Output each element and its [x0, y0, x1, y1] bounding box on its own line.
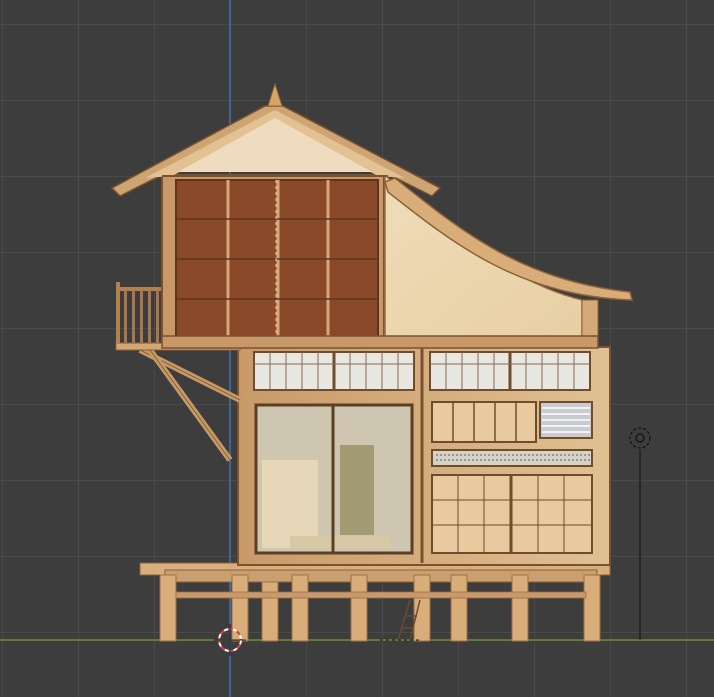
3d-viewport[interactable] — [0, 0, 714, 697]
light-object-icon[interactable] — [629, 427, 651, 640]
upper-panel-doors — [175, 179, 379, 339]
house-foundation[interactable] — [139, 562, 611, 642]
upper-floor[interactable] — [161, 173, 599, 349]
scene-canvas[interactable] — [0, 0, 714, 697]
glass-sliding-doors — [254, 403, 414, 555]
roof-finial — [267, 82, 283, 107]
ground-floor[interactable] — [237, 346, 611, 566]
right-wall-panels — [431, 401, 593, 554]
